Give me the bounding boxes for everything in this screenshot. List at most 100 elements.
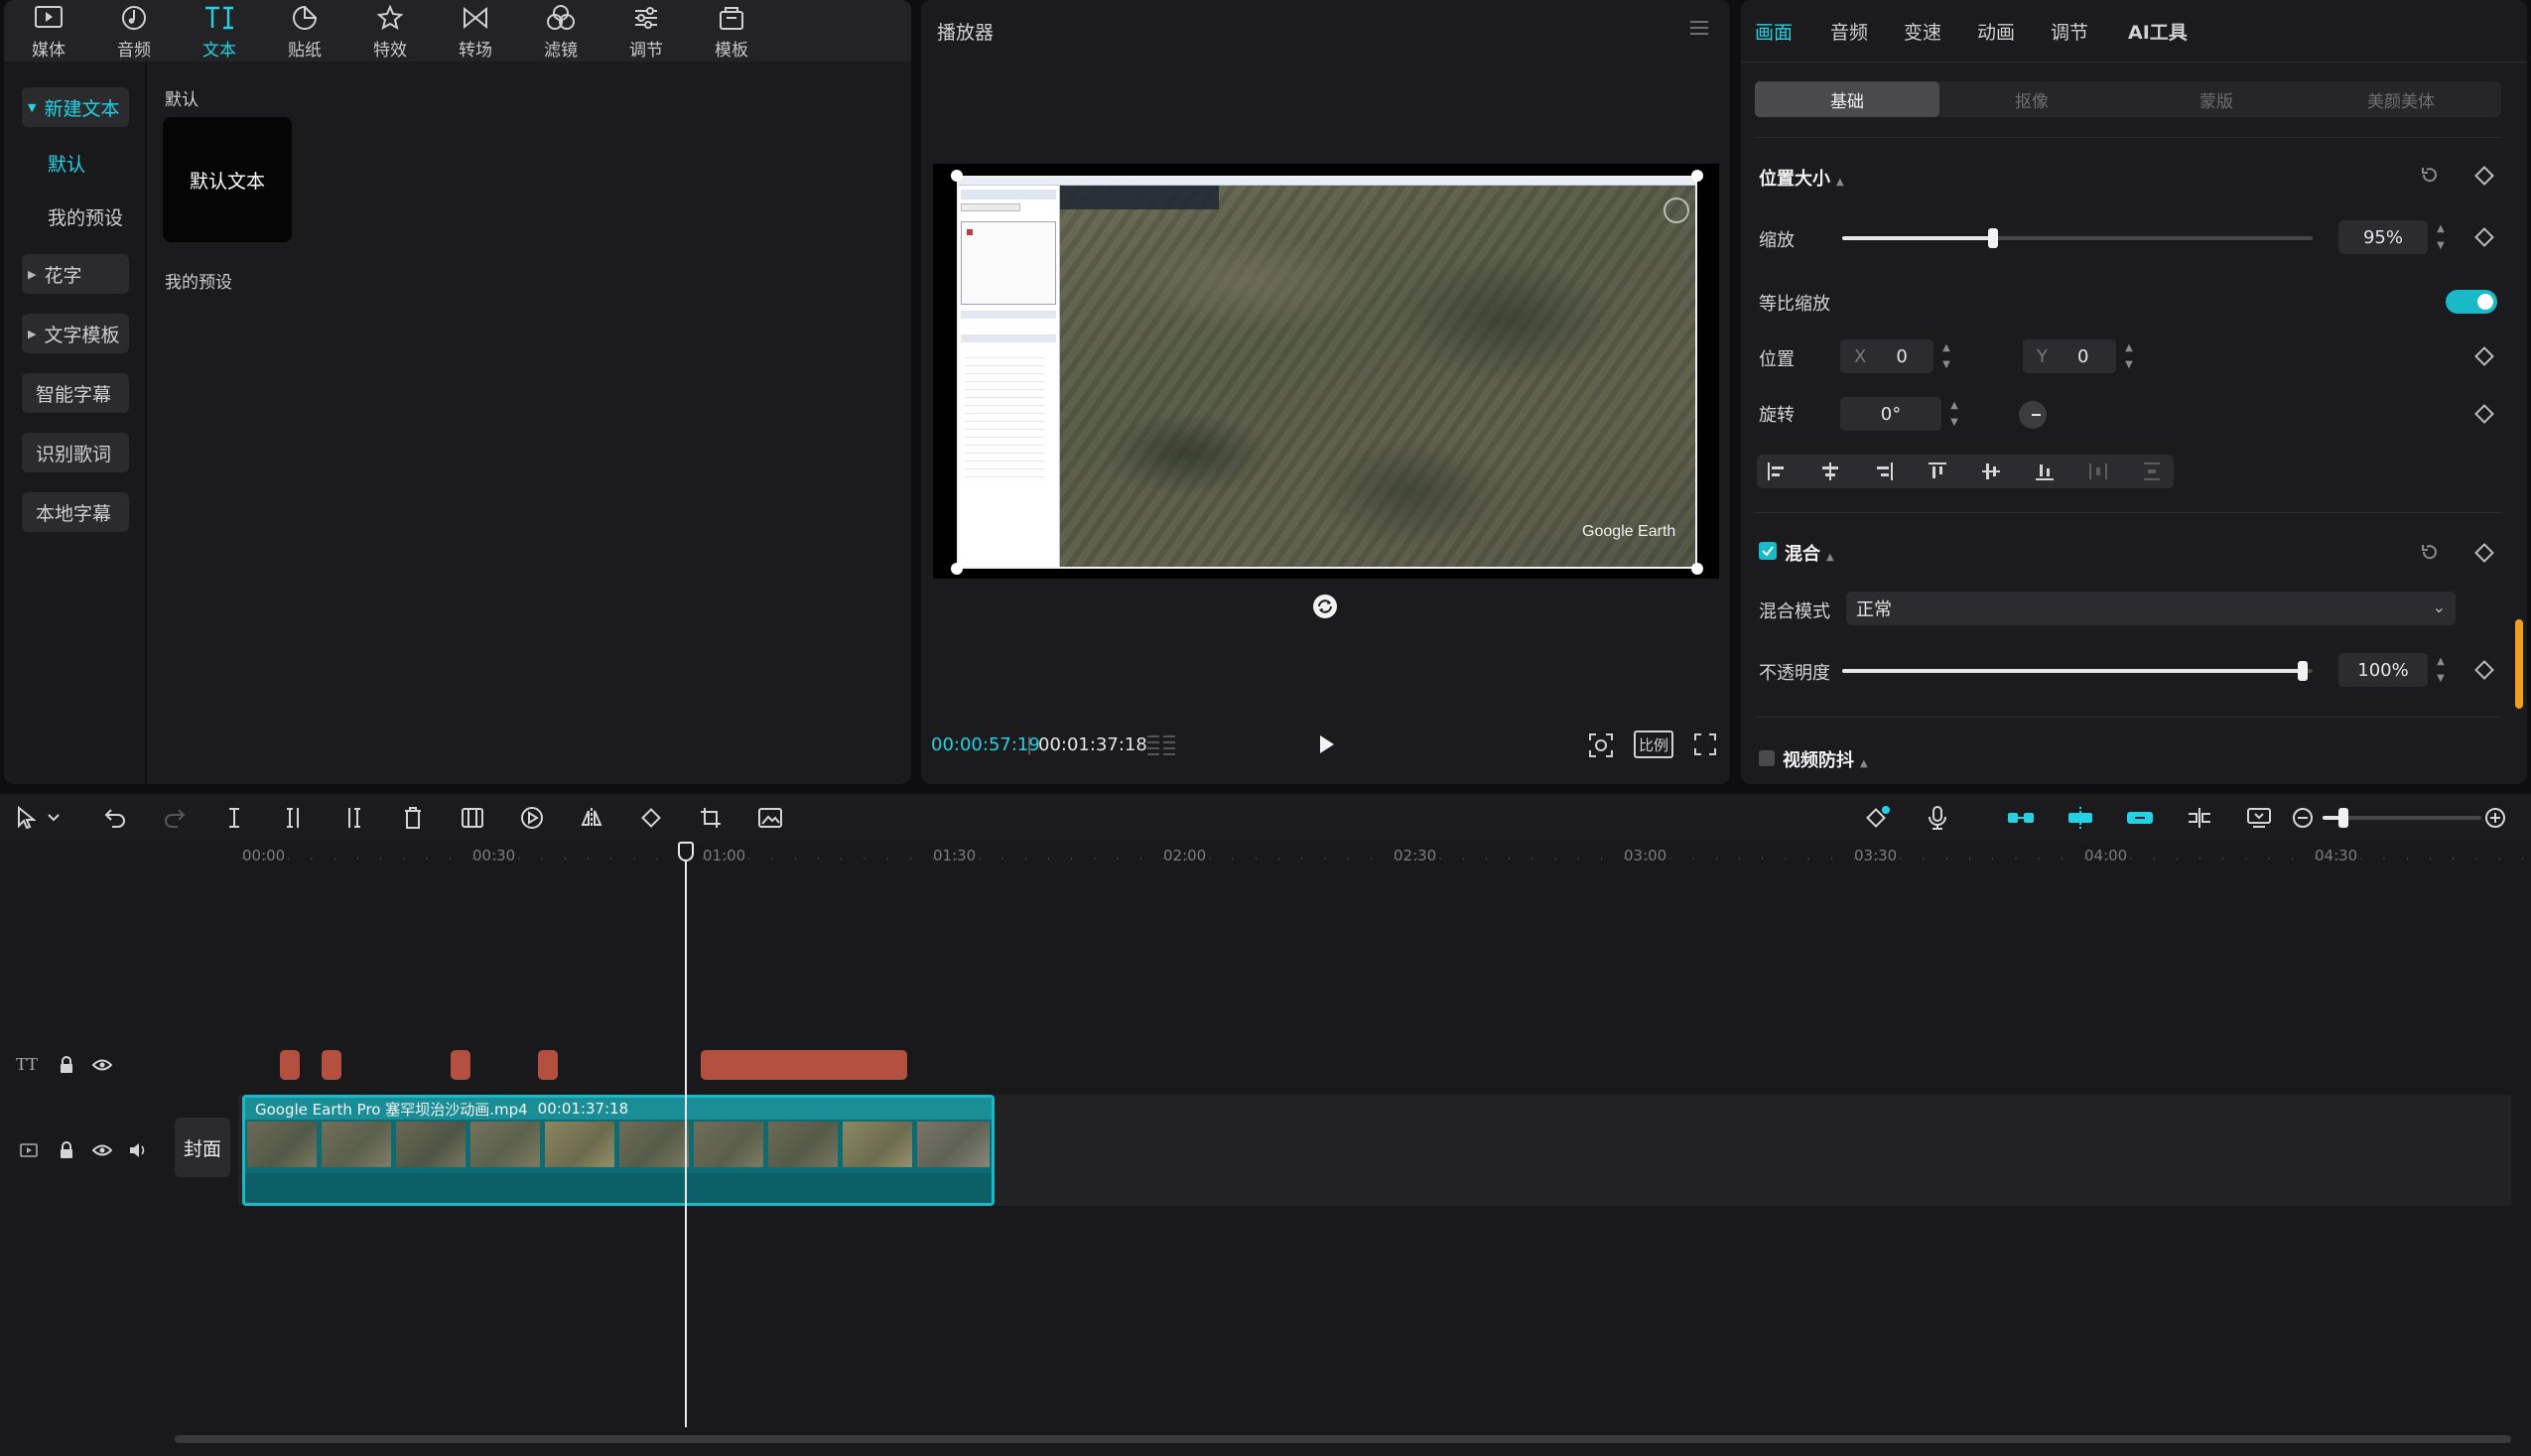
reset-icon[interactable]: [2420, 542, 2440, 562]
nav-my-presets[interactable]: 我的预设: [22, 197, 129, 236]
opacity-slider[interactable]: [1842, 661, 2313, 681]
rotate-field[interactable]: 0°: [1840, 397, 1941, 431]
nav-recognize-lyrics[interactable]: 识别歌词: [22, 433, 129, 472]
preview-canvas[interactable]: Google Earth: [933, 164, 1719, 579]
keyframe-icon[interactable]: [2474, 660, 2494, 680]
position-y-stepper[interactable]: ▲ ▼: [2120, 339, 2138, 373]
preview-axis-icon[interactable]: [2243, 802, 2275, 834]
tab-text[interactable]: 文本: [177, 0, 262, 62]
selection-box[interactable]: [957, 176, 1697, 569]
delete-icon[interactable]: [397, 802, 429, 834]
screenshot-icon[interactable]: [1588, 732, 1614, 758]
text-clip[interactable]: [322, 1050, 341, 1080]
tab-effects[interactable]: 特效: [347, 0, 433, 62]
tab-canvas[interactable]: 画面: [1755, 18, 1793, 45]
aspect-ratio-button[interactable]: 比例: [1634, 730, 1673, 758]
default-text-card[interactable]: 默认文本: [163, 117, 292, 242]
reverse-icon[interactable]: [516, 802, 548, 834]
nav-local-captions[interactable]: 本地字幕: [22, 492, 129, 532]
text-clip[interactable]: [701, 1050, 907, 1080]
text-clip[interactable]: [451, 1050, 470, 1080]
tab-template[interactable]: 模板: [689, 0, 774, 62]
opacity-slider-handle[interactable]: [2298, 661, 2308, 681]
cover-button[interactable]: 封面: [175, 1118, 230, 1177]
lock-icon[interactable]: [56, 1139, 77, 1161]
redo-icon[interactable]: [159, 802, 191, 834]
align-top-icon[interactable]: [1926, 460, 1949, 483]
playhead-handle[interactable]: [678, 842, 694, 861]
tab-inspector-adjust[interactable]: 调节: [2051, 18, 2088, 45]
nav-text-templates[interactable]: ▶ 文字模板: [22, 314, 129, 353]
opacity-value-field[interactable]: 100%: [2338, 653, 2428, 687]
tab-inspector-audio[interactable]: 音频: [1830, 18, 1868, 45]
keyframe-icon[interactable]: [2474, 404, 2494, 424]
align-center-v-icon[interactable]: [1979, 460, 2003, 483]
rotate-stepper[interactable]: ▲ ▼: [1945, 397, 1963, 431]
keyframe-icon[interactable]: [2474, 346, 2494, 366]
position-y-field[interactable]: Y0: [2023, 339, 2116, 373]
nav-fancy-text[interactable]: ▶ 花字: [22, 254, 129, 294]
resize-handle[interactable]: [951, 563, 963, 575]
subtab-mask[interactable]: 蒙版: [2124, 81, 2309, 117]
resize-handle[interactable]: [1691, 563, 1703, 575]
trim-right-icon[interactable]: [337, 802, 369, 834]
text-clip[interactable]: [280, 1050, 300, 1080]
nav-smart-captions[interactable]: 智能字幕: [22, 373, 129, 413]
menu-icon[interactable]: [1688, 18, 1710, 38]
position-size-header[interactable]: 位置大小 ▲: [1759, 165, 1844, 191]
auto-keyframe-icon[interactable]: [1862, 802, 1894, 834]
position-x-field[interactable]: X0: [1840, 339, 1933, 373]
keyframe-icon[interactable]: [2474, 227, 2494, 247]
undo-icon[interactable]: [99, 802, 131, 834]
scrollbar-thumb[interactable]: [2515, 619, 2523, 709]
freeze-frame-icon[interactable]: [457, 802, 488, 834]
split-audio-icon[interactable]: [2184, 802, 2215, 834]
eye-icon[interactable]: [91, 1054, 113, 1076]
lock-icon[interactable]: [56, 1054, 77, 1076]
subtab-cutout[interactable]: 抠像: [1939, 81, 2124, 117]
nav-new-text[interactable]: ▼ 新建文本: [22, 87, 129, 127]
microphone-icon[interactable]: [1922, 802, 1953, 834]
fullscreen-icon[interactable]: [1693, 732, 1717, 756]
tab-speed[interactable]: 变速: [1904, 18, 1941, 45]
zoom-slider-handle[interactable]: [2338, 808, 2348, 828]
blend-checkbox[interactable]: [1759, 542, 1777, 560]
play-icon[interactable]: [1314, 732, 1338, 756]
tab-media[interactable]: 媒体: [6, 0, 91, 62]
timeline-grid-icon[interactable]: [1145, 732, 1177, 756]
distribute-v-icon[interactable]: [2140, 460, 2164, 483]
keyframe-icon[interactable]: [2474, 166, 2494, 186]
timeline-scrollbar[interactable]: [175, 1435, 2511, 1443]
zoom-slider[interactable]: [2323, 808, 2481, 828]
zoom-out-icon[interactable]: [2289, 802, 2317, 834]
text-clip[interactable]: [538, 1050, 558, 1080]
tab-filter[interactable]: 滤镜: [518, 0, 603, 62]
speaker-icon[interactable]: [127, 1139, 149, 1161]
align-bottom-icon[interactable]: [2033, 460, 2057, 483]
tab-adjust[interactable]: 调节: [603, 0, 689, 62]
stabilize-checkbox[interactable]: [1759, 750, 1775, 766]
chevron-down-icon[interactable]: [44, 802, 64, 834]
nav-default[interactable]: 默认: [22, 143, 129, 183]
blend-mode-select[interactable]: 正常 ⌄: [1846, 592, 2456, 625]
split-icon[interactable]: [218, 802, 250, 834]
linkage-icon[interactable]: [2124, 802, 2156, 834]
timeline-panel[interactable]: 00:00 00:30 01:00 01:30 02:00 02:30 03:0…: [0, 842, 2531, 1456]
subtab-beauty[interactable]: 美颜美体: [2309, 81, 2493, 117]
scale-slider[interactable]: [1842, 228, 2313, 248]
subtab-basic[interactable]: 基础: [1755, 81, 1939, 117]
rotate-dial[interactable]: [2019, 401, 2047, 429]
tab-sticker[interactable]: 贴纸: [262, 0, 347, 62]
video-clip[interactable]: Google Earth Pro 塞罕坝治沙动画.mp4 00:01:37:18: [242, 1095, 995, 1206]
mirror-icon[interactable]: [576, 802, 607, 834]
trim-left-icon[interactable]: [278, 802, 310, 834]
scale-value-field[interactable]: 95%: [2338, 220, 2428, 254]
tab-transition[interactable]: 转场: [433, 0, 518, 62]
tab-ai-tools[interactable]: AI工具: [2128, 18, 2188, 45]
crop-icon[interactable]: [695, 802, 727, 834]
reset-icon[interactable]: [2420, 165, 2440, 185]
rotate-icon[interactable]: [635, 802, 667, 834]
blend-header[interactable]: 混合 ▲: [1785, 540, 1834, 566]
image-adjust-icon[interactable]: [754, 802, 786, 834]
align-left-icon[interactable]: [1765, 460, 1789, 483]
